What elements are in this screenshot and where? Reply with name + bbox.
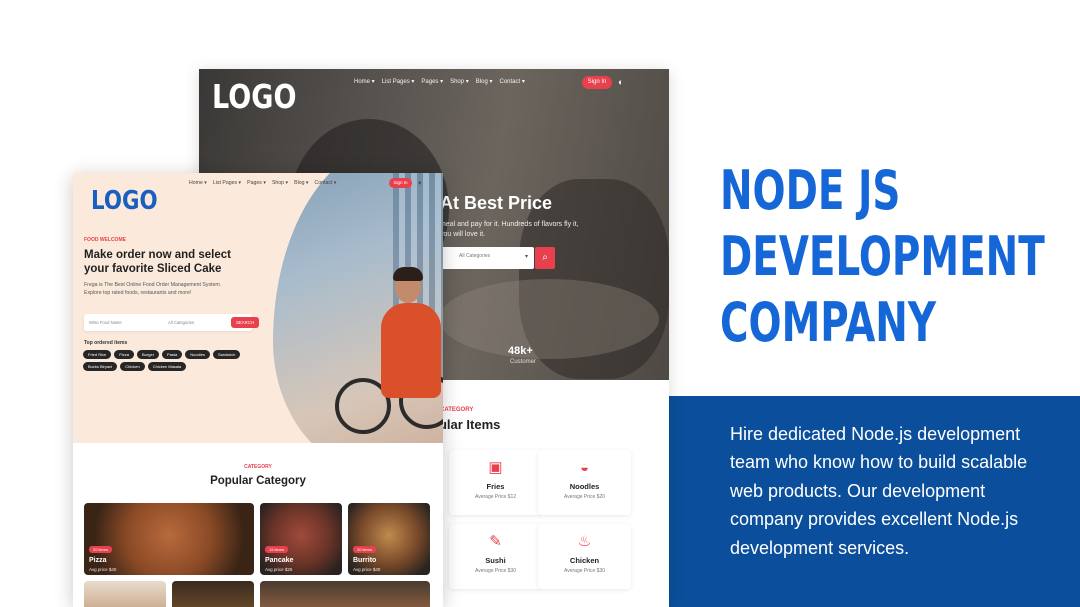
tag-chip[interactable]: Pizza — [114, 350, 135, 359]
item-price: Average Price $30 — [474, 568, 517, 574]
front-site-mockup: LOGO Home ▾ List Pages ▾ Pages ▾ Shop ▾ … — [73, 173, 443, 607]
item-price: Average Price $20 — [563, 494, 606, 500]
item-card-chicken[interactable]: ♨ Chicken Average Price $30 — [538, 524, 631, 589]
fries-icon: ▣ — [488, 459, 503, 476]
front-search-button[interactable]: SEARCH — [231, 317, 259, 328]
back-stat-label: Customer — [510, 359, 537, 365]
tag-chip[interactable]: Burger — [137, 350, 160, 359]
chicken-icon: ♨ — [577, 533, 592, 550]
tag-chip[interactable]: Chicken — [120, 362, 145, 371]
cyclist-hair — [393, 267, 423, 281]
category-price: Avg price $40 — [89, 567, 117, 572]
category-card-pizza[interactable]: 20 items Pizza Avg price $40 — [84, 503, 254, 575]
category-badge: 15 items — [265, 546, 289, 553]
tag-chip[interactable]: Chicken Masala — [147, 362, 187, 371]
tag-chip[interactable]: Fried Rice — [83, 350, 112, 359]
front-signin-button[interactable]: Sign In — [389, 178, 412, 188]
description-panel: Hire dedicated Node.js development team … — [668, 396, 1080, 607]
front-category-select[interactable]: All Categories — [168, 320, 194, 325]
category-title: Popular Category — [210, 475, 306, 487]
category-badge: 20 items — [89, 546, 113, 553]
tag-chip[interactable]: Pasta — [162, 350, 183, 359]
back-logo[interactable]: LOGO — [212, 77, 296, 116]
sushi-icon: ✎ — [489, 533, 502, 550]
front-search-bar[interactable]: Write Food Name All Categories SEARCH — [84, 314, 259, 331]
tag-chip[interactable]: Noodles — [185, 350, 210, 359]
category-price: Avg price $40 — [353, 567, 381, 572]
back-signin-button[interactable]: Sign In — [582, 76, 612, 89]
back-hero-subtitle: meal and pay for it. Hundreds of flavors… — [440, 221, 579, 238]
heading-line-3: COMPANY — [720, 291, 936, 354]
search-icon: ⌕ — [542, 252, 548, 263]
item-name: Fries — [486, 482, 505, 491]
back-hero-title: At Best Price — [440, 193, 553, 213]
cyclist-figure — [381, 303, 441, 398]
back-nav: Home ▾ List Pages ▾ Pages ▾ Shop ▾ Blog … — [354, 78, 525, 85]
category-card[interactable] — [84, 581, 166, 607]
description-text: Hire dedicated Node.js development team … — [730, 424, 1028, 558]
front-logo[interactable]: LOGO — [91, 186, 158, 216]
category-card-pancake[interactable]: 15 items Pancake Avg price $25 — [260, 503, 342, 575]
back-nav-item-blog[interactable]: Blog ▾ — [476, 78, 493, 85]
front-nav-item-contact[interactable]: Contact ▾ — [315, 180, 337, 186]
front-nav-item-home[interactable]: Home ▾ — [189, 180, 207, 186]
heading-line-1: NODE JS — [720, 159, 901, 222]
noodles-icon: ◒ — [579, 459, 590, 476]
category-card[interactable] — [260, 581, 430, 607]
item-name: Sushi — [485, 556, 506, 565]
item-card-sushi[interactable]: ✎ Sushi Average Price $30 — [449, 524, 542, 589]
item-card-noodles[interactable]: ◒ Noodles Average Price $20 — [538, 450, 631, 515]
category-card[interactable] — [172, 581, 254, 607]
food-name-input[interactable]: Write Food Name — [89, 320, 122, 325]
back-category-select[interactable]: All Categories — [459, 253, 490, 259]
front-subtitle: Frega is The Best Online Food Order Mana… — [84, 282, 222, 296]
front-headline: Make order now and select your favorite … — [84, 249, 231, 275]
page-heading: NODE JS DEVELOPMENT COMPANY — [720, 158, 1045, 356]
chevron-down-icon: ▾ — [525, 254, 529, 260]
back-nav-item-contact[interactable]: Contact ▾ — [499, 78, 524, 85]
category-name: Pizza — [89, 557, 107, 564]
heading-line-2: DEVELOPMENT — [720, 225, 1045, 288]
back-nav-item-shop[interactable]: Shop ▾ — [450, 78, 469, 85]
category-price: Avg price $25 — [265, 567, 293, 572]
category-name: Pancake — [265, 557, 294, 564]
back-search-bar[interactable]: All Categories ▾ — [439, 247, 534, 269]
tag-chip[interactable]: Sandwich — [212, 350, 241, 359]
front-eyebrow: FOOD WELCOME — [84, 237, 126, 243]
tags-title: Top ordered items — [84, 340, 128, 346]
front-nav-item-list-pages[interactable]: List Pages ▾ — [213, 180, 241, 186]
front-hero: LOGO Home ▾ List Pages ▾ Pages ▾ Shop ▾ … — [73, 173, 443, 443]
back-nav-item-pages[interactable]: Pages ▾ — [421, 78, 443, 85]
category-eyebrow: CATEGORY — [244, 464, 272, 470]
front-nav-item-shop[interactable]: Shop ▾ — [272, 180, 288, 186]
front-nav-item-blog[interactable]: Blog ▾ — [294, 180, 308, 186]
back-nav-item-home[interactable]: Home ▾ — [354, 78, 375, 85]
category-card-burrito[interactable]: 20 items Burrito Avg price $40 — [348, 503, 430, 575]
item-name: Noodles — [569, 482, 600, 491]
item-name: Chicken — [569, 556, 600, 565]
item-price: Average Price $30 — [563, 568, 606, 574]
globe-icon[interactable]: ◐ — [418, 178, 423, 187]
back-search-button[interactable]: ⌕ — [535, 247, 555, 269]
front-nav-item-pages[interactable]: Pages ▾ — [247, 180, 266, 186]
item-card-fries[interactable]: ▣ Fries Average Price $12 — [449, 450, 542, 515]
front-nav: Home ▾ List Pages ▾ Pages ▾ Shop ▾ Blog … — [189, 180, 336, 186]
globe-icon[interactable]: ◐ — [618, 77, 623, 87]
category-name: Burrito — [353, 557, 377, 564]
tag-list: Fried Rice Pizza Burger Pasta Noodles Sa… — [83, 350, 243, 371]
back-section-eyebrow: CATEGORY — [440, 407, 474, 413]
item-price: Average Price $12 — [474, 494, 517, 500]
back-stat-value: 48k+ — [508, 345, 533, 357]
category-badge: 20 items — [353, 546, 377, 553]
tag-chip[interactable]: Bucks Biryani — [83, 362, 118, 371]
back-nav-item-list-pages[interactable]: List Pages ▾ — [382, 78, 415, 85]
